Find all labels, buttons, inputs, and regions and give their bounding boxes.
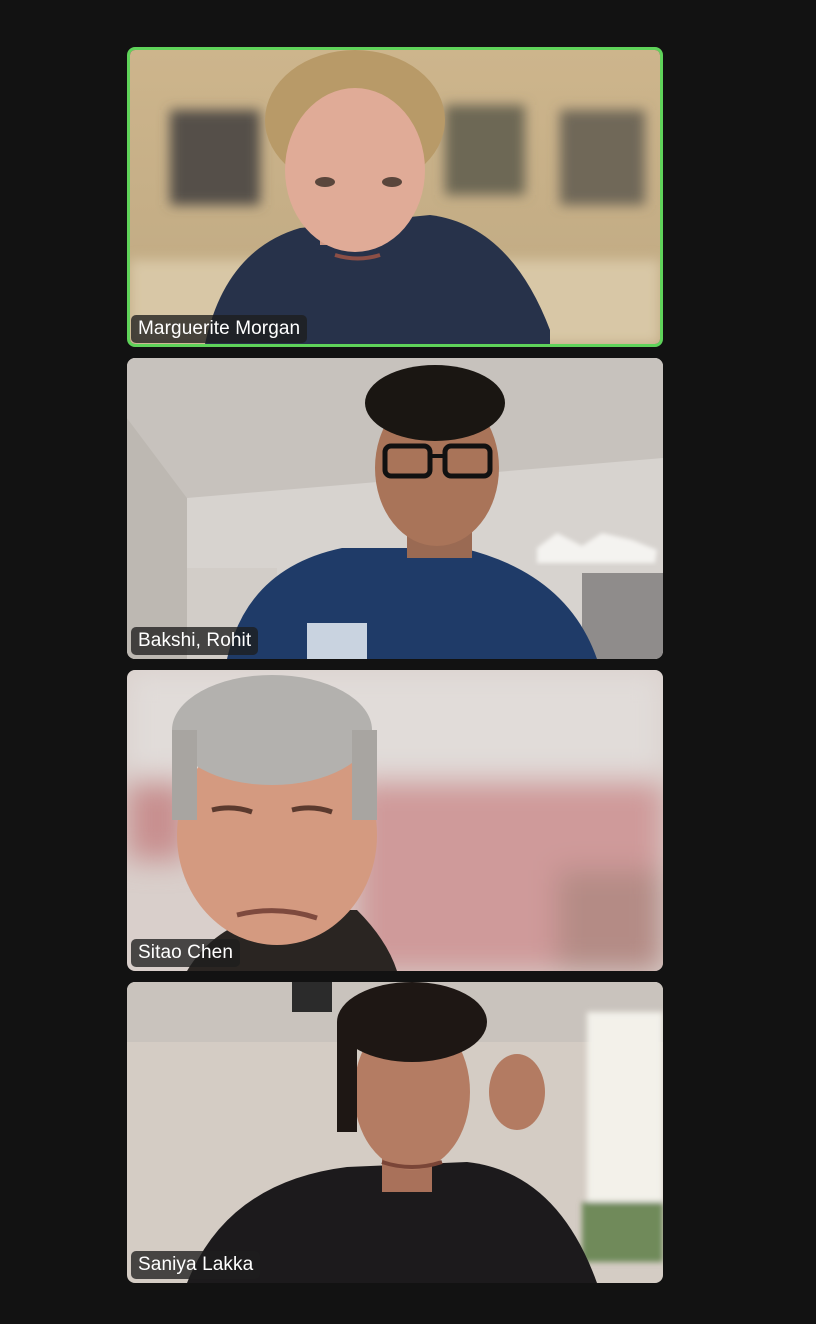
participant-tile-marguerite-morgan[interactable]: Marguerite Morgan xyxy=(127,47,663,347)
participant-video xyxy=(130,50,660,344)
meeting-gallery-view: Marguerite Morgan Bakshi, Rohit Sitao Ch… xyxy=(0,0,816,1324)
participant-tile-sitao-chen[interactable]: Sitao Chen xyxy=(127,670,663,971)
participant-name-label: Marguerite Morgan xyxy=(131,315,308,343)
participant-video xyxy=(127,670,663,971)
participant-video xyxy=(127,982,663,1283)
participant-name-label: Saniya Lakka xyxy=(131,1251,261,1279)
participant-tile-saniya-lakka[interactable]: Saniya Lakka xyxy=(127,982,663,1283)
participant-tile-bakshi-rohit[interactable]: Bakshi, Rohit xyxy=(127,358,663,659)
participant-name-label: Bakshi, Rohit xyxy=(131,627,259,655)
participant-name-label: Sitao Chen xyxy=(131,939,241,967)
participant-video xyxy=(127,358,663,659)
